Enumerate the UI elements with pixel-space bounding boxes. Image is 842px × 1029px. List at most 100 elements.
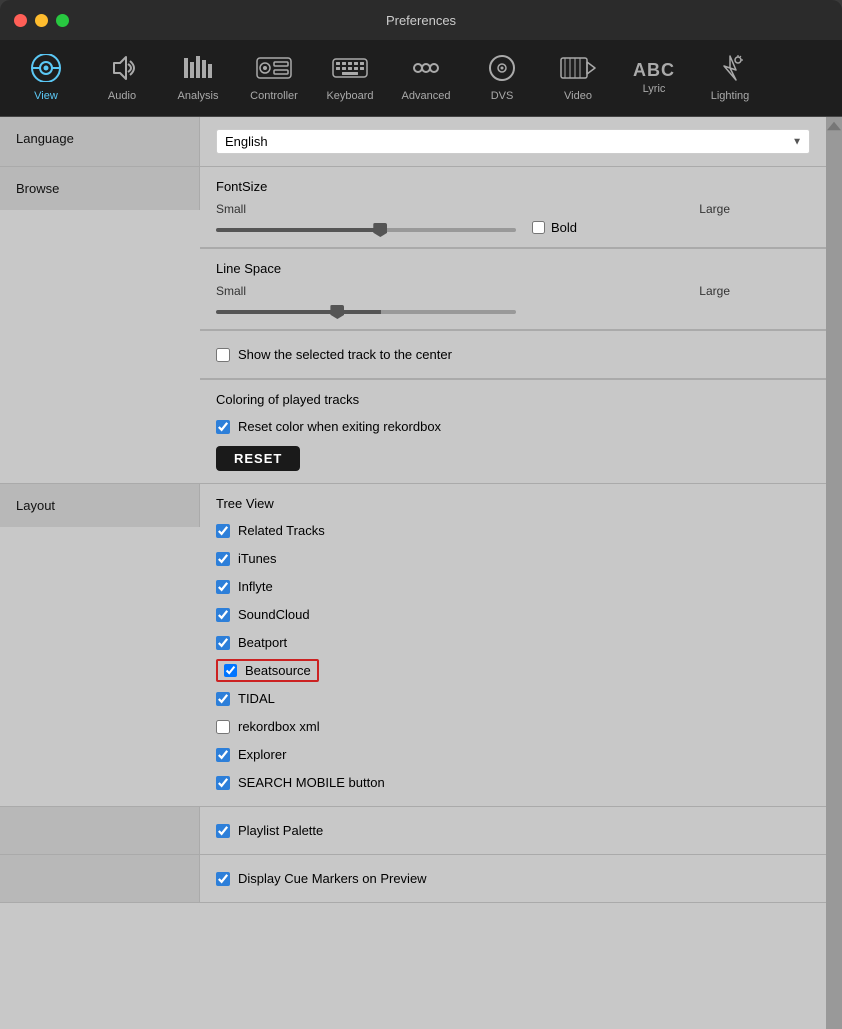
language-select[interactable]: English Japanese German French Spanish I… — [216, 129, 810, 154]
minimize-button[interactable] — [35, 14, 48, 27]
related-tracks-label: Related Tracks — [238, 523, 325, 538]
inflyte-checkbox[interactable] — [216, 580, 230, 594]
tree-item-inflyte[interactable]: Inflyte — [216, 575, 810, 598]
fontsize-section: FontSize Small Large Bold — [200, 167, 826, 248]
show-selected-track-checkbox[interactable] — [216, 348, 230, 362]
toolbar-item-keyboard[interactable]: Keyboard — [314, 48, 386, 108]
playlist-palette-label: Playlist Palette — [238, 823, 323, 838]
toolbar-item-video[interactable]: Video — [542, 48, 614, 108]
reset-button[interactable]: RESET — [216, 446, 300, 471]
tree-item-related-tracks[interactable]: Related Tracks — [216, 519, 810, 542]
display-cue-markers-row: Display Cue Markers on Preview — [0, 855, 826, 903]
dvs-icon — [486, 54, 518, 86]
advanced-label: Advanced — [402, 90, 451, 102]
display-cue-checkbox-row[interactable]: Display Cue Markers on Preview — [216, 867, 810, 890]
beatport-checkbox[interactable] — [216, 636, 230, 650]
view-label: View — [34, 90, 58, 102]
rekordbox-xml-checkbox[interactable] — [216, 720, 230, 734]
audio-icon — [106, 54, 138, 86]
fontsize-slider-labels: Small Large — [216, 202, 810, 216]
reset-color-row[interactable]: Reset color when exiting rekordbox — [216, 415, 810, 438]
tree-item-soundcloud[interactable]: SoundCloud — [216, 603, 810, 626]
language-label: Language — [0, 117, 200, 166]
playlist-palette-checkbox[interactable] — [216, 824, 230, 838]
tree-item-beatsource[interactable]: Beatsource — [216, 659, 319, 682]
close-button[interactable] — [14, 14, 27, 27]
itunes-checkbox[interactable] — [216, 552, 230, 566]
video-label: Video — [564, 90, 592, 102]
playlist-palette-label-col — [0, 807, 200, 854]
bold-label[interactable]: Bold — [532, 220, 577, 235]
show-selected-track-section: Show the selected track to the center — [200, 330, 826, 379]
toolbar-item-lyric[interactable]: ABC Lyric — [618, 55, 690, 101]
explorer-label: Explorer — [238, 747, 286, 762]
lighting-label: Lighting — [711, 90, 750, 102]
toolbar-item-audio[interactable]: Audio — [86, 48, 158, 108]
reset-color-checkbox[interactable] — [216, 420, 230, 434]
scrollbar-up-arrow[interactable] — [827, 119, 841, 133]
tree-item-itunes[interactable]: iTunes — [216, 547, 810, 570]
controller-label: Controller — [250, 90, 298, 102]
tree-item-rekordbox-xml[interactable]: rekordbox xml — [216, 715, 810, 738]
linespace-title: Line Space — [216, 261, 810, 276]
layout-value-col: Tree View Related Tracks iTunes — [200, 484, 826, 806]
soundcloud-label: SoundCloud — [238, 607, 310, 622]
coloring-title: Coloring of played tracks — [216, 392, 810, 407]
beatsource-highlight-wrapper: Beatsource — [216, 659, 810, 682]
lyric-label: Lyric — [643, 83, 666, 95]
linespace-slider-labels: Small Large — [216, 284, 810, 298]
analysis-icon — [182, 54, 214, 86]
itunes-label: iTunes — [238, 551, 277, 566]
linespace-slider[interactable] — [216, 310, 516, 314]
beatsource-checkbox[interactable] — [224, 664, 237, 677]
language-select-wrapper: English Japanese German French Spanish I… — [216, 129, 810, 154]
fontsize-title: FontSize — [216, 179, 810, 194]
explorer-checkbox[interactable] — [216, 748, 230, 762]
advanced-icon — [410, 54, 442, 86]
toolbar-item-advanced[interactable]: Advanced — [390, 48, 462, 108]
display-cue-value-col: Display Cue Markers on Preview — [200, 855, 826, 902]
language-value-col: English Japanese German French Spanish I… — [200, 117, 826, 166]
playlist-palette-checkbox-row[interactable]: Playlist Palette — [216, 819, 810, 842]
linespace-slider-row — [216, 302, 810, 317]
maximize-button[interactable] — [56, 14, 69, 27]
beatport-label: Beatport — [238, 635, 287, 650]
tree-item-tidal[interactable]: TIDAL — [216, 687, 810, 710]
fontsize-slider[interactable] — [216, 228, 516, 232]
inflyte-label: Inflyte — [238, 579, 273, 594]
layout-row: Layout Tree View Related Tracks iTunes — [0, 484, 826, 807]
related-tracks-checkbox[interactable] — [216, 524, 230, 538]
toolbar-item-lighting[interactable]: Lighting — [694, 48, 766, 108]
linespace-large-label: Large — [699, 284, 730, 298]
toolbar-item-dvs[interactable]: DVS — [466, 48, 538, 108]
search-mobile-checkbox[interactable] — [216, 776, 230, 790]
browse-label: Browse — [0, 167, 200, 210]
dvs-label: DVS — [491, 90, 514, 102]
linespace-section: Line Space Small Large — [200, 248, 826, 330]
view-icon — [30, 54, 62, 86]
tree-item-search-mobile[interactable]: SEARCH MOBILE button — [216, 771, 810, 794]
show-selected-track-row[interactable]: Show the selected track to the center — [216, 343, 810, 366]
display-cue-label-col — [0, 855, 200, 902]
tree-item-beatport[interactable]: Beatport — [216, 631, 810, 654]
lyric-icon: ABC — [633, 61, 675, 79]
bold-text: Bold — [551, 220, 577, 235]
video-icon — [560, 54, 596, 86]
scrollbar[interactable] — [826, 117, 842, 1029]
browse-row: Browse FontSize Small Large — [0, 167, 826, 484]
beatsource-label: Beatsource — [245, 663, 311, 678]
display-cue-checkbox[interactable] — [216, 872, 230, 886]
tidal-label: TIDAL — [238, 691, 275, 706]
tree-view-list: Related Tracks iTunes Inflyte — [216, 519, 810, 794]
tree-item-explorer[interactable]: Explorer — [216, 743, 810, 766]
toolbar-item-view[interactable]: View — [10, 48, 82, 108]
toolbar-item-controller[interactable]: Controller — [238, 48, 310, 108]
bold-checkbox[interactable] — [532, 221, 545, 234]
tidal-checkbox[interactable] — [216, 692, 230, 706]
toolbar-item-analysis[interactable]: Analysis — [162, 48, 234, 108]
fontsize-large-label: Large — [699, 202, 730, 216]
soundcloud-checkbox[interactable] — [216, 608, 230, 622]
rekordbox-xml-label: rekordbox xml — [238, 719, 320, 734]
fontsize-slider-row: Bold — [216, 220, 810, 235]
toolbar: View Audio Analysis — [0, 40, 842, 117]
